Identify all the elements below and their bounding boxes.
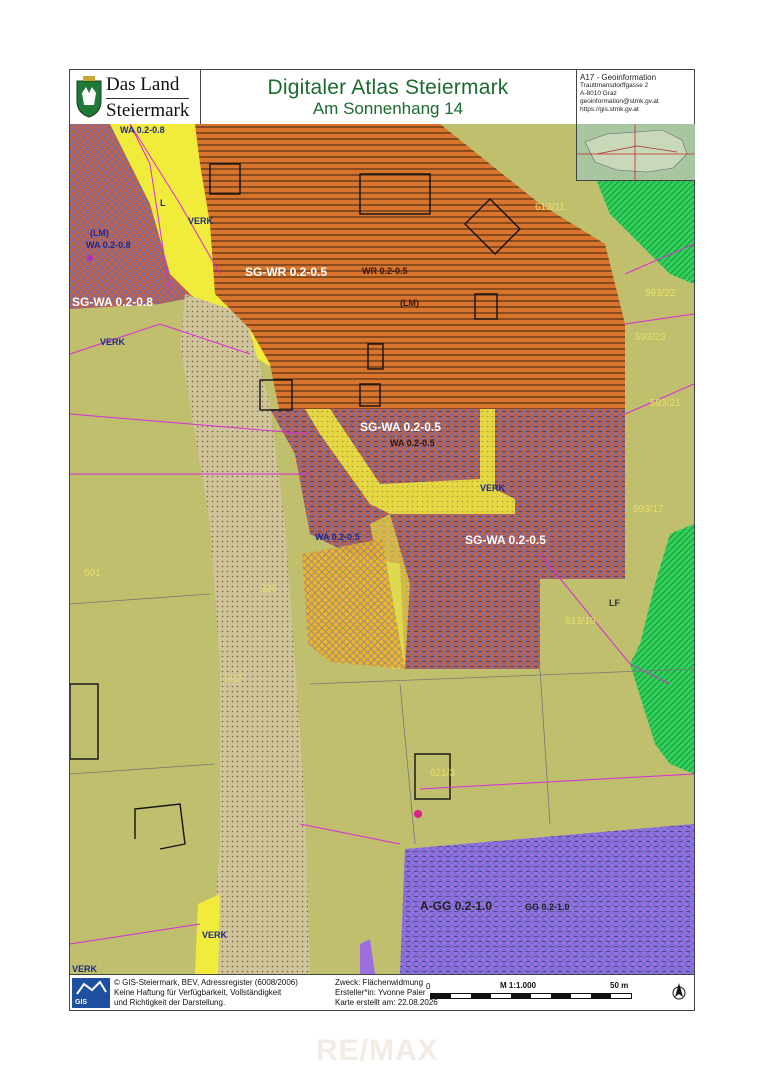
title-block: Digitaler Atlas Steiermark Am Sonnenhang… bbox=[200, 70, 577, 124]
copyright-block: © GIS-Steiermark, BEV, Adressregister (6… bbox=[114, 978, 298, 1008]
publisher-address1: Trauttmansdorffgasse 2 bbox=[580, 82, 649, 89]
logo-text-line1: Das Land bbox=[106, 74, 180, 95]
purpose-text: Zweck: Flächenwidmung bbox=[335, 978, 424, 987]
label-sg-wa-left: SG-WA 0.2-0.8 bbox=[72, 295, 153, 309]
logo-text-line2: Steiermark bbox=[106, 98, 190, 121]
publisher-email: geoinformation@stmk.gv.at bbox=[580, 98, 659, 105]
label-parcel-602: 602 bbox=[225, 674, 242, 685]
label-lm-center: (LM) bbox=[400, 298, 419, 308]
label-parcel-593-22: 593/22 bbox=[645, 288, 676, 299]
map-subtitle: Am Sonnenhang 14 bbox=[312, 99, 464, 118]
map-footer: GIS © GIS-Steiermark, BEV, Adressregiste… bbox=[70, 974, 694, 1011]
label-sg-wr: SG-WR 0.2-0.5 bbox=[245, 265, 327, 279]
publisher-web: https://gis.stmk.gv.at bbox=[580, 106, 639, 113]
zoning-map-svg: WA 0.2-0.8 L VERK (LM) WA 0.2-0.8 VERK W… bbox=[70, 124, 694, 974]
gis-logo: GIS bbox=[72, 978, 110, 1008]
label-parcel-326: 326 bbox=[260, 584, 277, 595]
label-verk-1: VERK bbox=[188, 216, 214, 226]
label-verk-mid: VERK bbox=[480, 483, 506, 493]
label-sg-wa-mid: SG-WA 0.2-0.5 bbox=[360, 420, 441, 434]
address-point bbox=[414, 810, 422, 818]
label-parcel-601: 601 bbox=[84, 568, 101, 579]
label-parcel-593-17: 593/17 bbox=[633, 504, 664, 515]
publisher-info: A17 - Geoinformation Trauttmansdorffgass… bbox=[576, 70, 694, 124]
label-wa-top: WA 0.2-0.8 bbox=[120, 125, 165, 135]
gis-logo-icon bbox=[76, 980, 107, 995]
scale-text: M 1:1.000 bbox=[500, 981, 537, 990]
label-verk-left: VERK bbox=[100, 337, 126, 347]
label-wr: WR 0.2-0.5 bbox=[362, 266, 408, 276]
copyright-text: © GIS-Steiermark, BEV, Adressregister (6… bbox=[114, 978, 298, 987]
state-logo: Das Land Steiermark bbox=[70, 70, 201, 124]
overview-map-icon bbox=[577, 124, 695, 180]
north-arrow-icon bbox=[672, 983, 686, 1000]
map-header: Das Land Steiermark Digitaler Atlas Stei… bbox=[70, 70, 694, 125]
label-a-gg: A-GG 0.2-1.0 bbox=[420, 899, 492, 913]
scale-unit: 50 m bbox=[610, 981, 629, 990]
address-point-2 bbox=[87, 255, 93, 261]
label-sg-wa-low: SG-WA 0.2-0.5 bbox=[465, 533, 546, 547]
purpose-block: Zweck: Flächenwidmung Ersteller*in: Yvon… bbox=[335, 978, 438, 1008]
publisher-dept: A17 - Geoinformation bbox=[580, 73, 657, 82]
label-lf: LF bbox=[609, 598, 620, 608]
label-verk-corner: VERK bbox=[72, 964, 98, 974]
remax-watermark: RE/MAX bbox=[316, 1034, 439, 1067]
label-l: L bbox=[160, 198, 166, 208]
label-parcel-593-23: 593/23 bbox=[635, 332, 666, 343]
label-parcel-621-3: 621/3 bbox=[430, 768, 455, 779]
creator-text: Ersteller*in: Yvonne Paier bbox=[335, 988, 426, 997]
map-title: Digitaler Atlas Steiermark bbox=[267, 76, 509, 99]
label-wa-left: WA 0.2-0.8 bbox=[86, 240, 131, 250]
label-lm-left: (LM) bbox=[90, 228, 109, 238]
label-parcel-613-1: 613/11 bbox=[535, 202, 565, 213]
label-gg: GG 0.2-1.0 bbox=[525, 902, 570, 912]
scale-bar bbox=[430, 993, 632, 999]
disclaimer-line2: und Richtigkeit der Darstellung. bbox=[114, 998, 226, 1007]
label-parcel-613-2: 613/10 bbox=[565, 616, 596, 627]
date-text: Karte erstellt am: 22.08.2026 bbox=[335, 998, 438, 1007]
zoning-map[interactable]: WA 0.2-0.8 L VERK (LM) WA 0.2-0.8 VERK W… bbox=[70, 124, 694, 974]
coat-of-arms-icon bbox=[76, 76, 102, 118]
label-parcel-593-21: 593/21 bbox=[650, 398, 681, 409]
overview-minimap bbox=[576, 124, 695, 181]
disclaimer-line1: Keine Haftung für Verfügbarkeit, Vollstä… bbox=[114, 988, 282, 997]
gis-logo-text: GIS bbox=[75, 999, 88, 1006]
publisher-address2: A-8010 Graz bbox=[580, 90, 617, 97]
scale-zero: 0 bbox=[426, 982, 431, 991]
label-wa-mid: WA 0.2-0.5 bbox=[390, 438, 435, 448]
map-sheet: Das Land Steiermark Digitaler Atlas Stei… bbox=[69, 69, 695, 1011]
label-verk-bottom: VERK bbox=[202, 930, 228, 940]
label-wa-small: WA 0.2-0.5 bbox=[315, 532, 360, 542]
